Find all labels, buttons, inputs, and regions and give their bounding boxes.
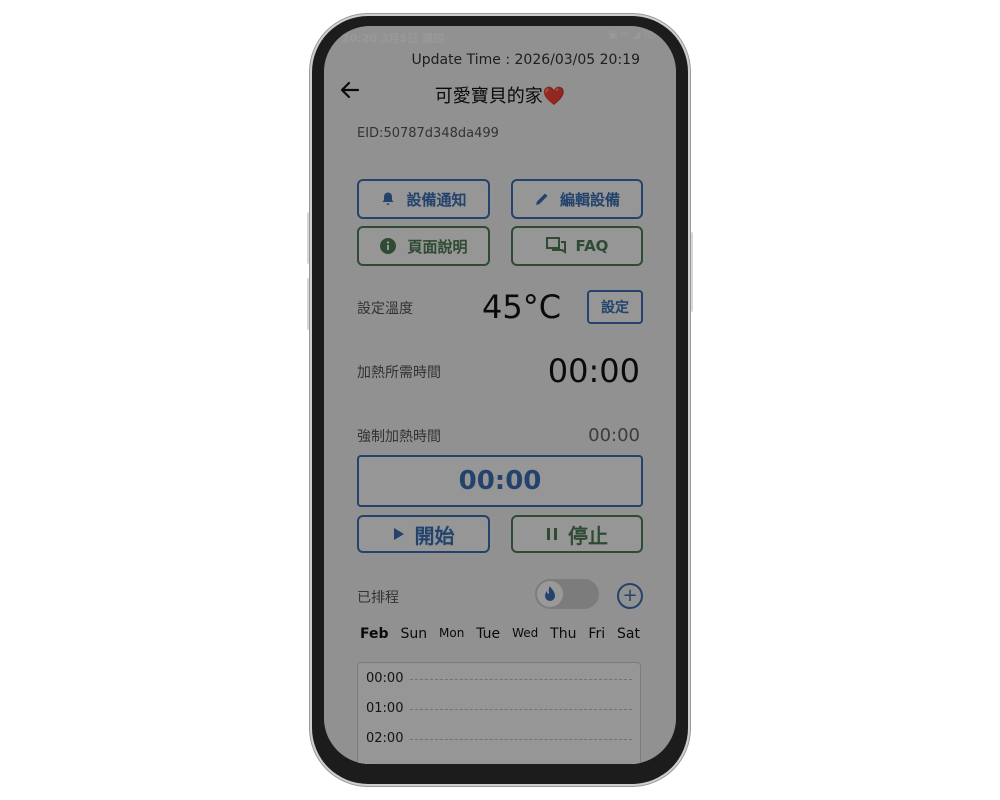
hour-label: 01:00 [366,701,404,716]
pause-icon [546,527,558,541]
month-label: Feb [360,626,389,642]
day-thu: Thu [550,626,577,642]
page-title: 可愛寶貝的家❤️ [434,86,566,107]
day-wed: Wed [512,626,539,640]
set-temperature-button[interactable]: 設定 [587,290,643,324]
page-help-label: 頁面說明 [407,237,468,256]
countdown-timer[interactable]: 00:00 [357,455,643,507]
update-time: Update Time : 2026/03/05 20:19 [411,52,640,68]
forced-heating-value: 00:00 [588,425,640,446]
day-mon: Mon [439,626,465,640]
day-tue: Tue [476,626,501,642]
plus-icon: + [622,585,638,606]
stop-label: 停止 [568,523,608,548]
flame-icon [537,581,563,607]
edit-device-label: 編輯設備 [559,190,620,209]
device-eid: EID:50787d348da499 [357,126,499,141]
schedule-label: 已排程 [357,590,399,606]
hour-label: 00:00 [366,671,404,686]
power-button [688,232,693,312]
faq-label: FAQ [575,237,609,255]
heating-time-value: 00:00 [547,352,640,390]
temperature-label: 設定溫度 [357,301,413,317]
start-button[interactable]: 開始 [357,515,490,553]
chat-question-icon [545,237,566,255]
status-icons: ▣ ✉ ◢ 85 [608,30,656,41]
day-fri: Fri [588,626,606,642]
temperature-value: 45°C [482,288,562,326]
app-screen: 20:20 3月5日 週四 ▣ ✉ ◢ 85 Update Time : 202… [324,26,676,764]
add-schedule-button[interactable]: + [617,583,643,609]
schedule-grid[interactable]: 00:00 01:00 02:00 [357,662,641,764]
hour-divider [410,709,632,710]
start-label: 開始 [414,523,455,548]
page-help-button[interactable]: 頁面說明 [357,226,490,266]
schedule-toggle[interactable] [535,579,599,609]
week-header: Feb Sun Mon Tue Wed Thu Fri Sat [360,626,640,642]
info-icon [379,237,397,255]
status-time: 20:20 3月5日 週四 [342,32,444,45]
device-notification-label: 設備通知 [406,190,467,209]
faq-button[interactable]: FAQ [511,226,643,266]
day-sat: Sat [617,626,640,642]
stop-button[interactable]: 停止 [511,515,643,553]
hour-divider [410,679,632,680]
bell-icon [380,191,396,207]
pencil-icon [534,191,550,207]
day-sun: Sun [400,626,428,642]
heating-time-label: 加熱所需時間 [357,365,441,381]
device-notification-button[interactable]: 設備通知 [357,179,490,219]
hour-label: 02:00 [366,731,404,746]
hour-divider [410,739,632,740]
edit-device-button[interactable]: 編輯設備 [511,179,643,219]
play-icon [393,527,405,541]
forced-heating-label: 強制加熱時間 [357,429,441,445]
